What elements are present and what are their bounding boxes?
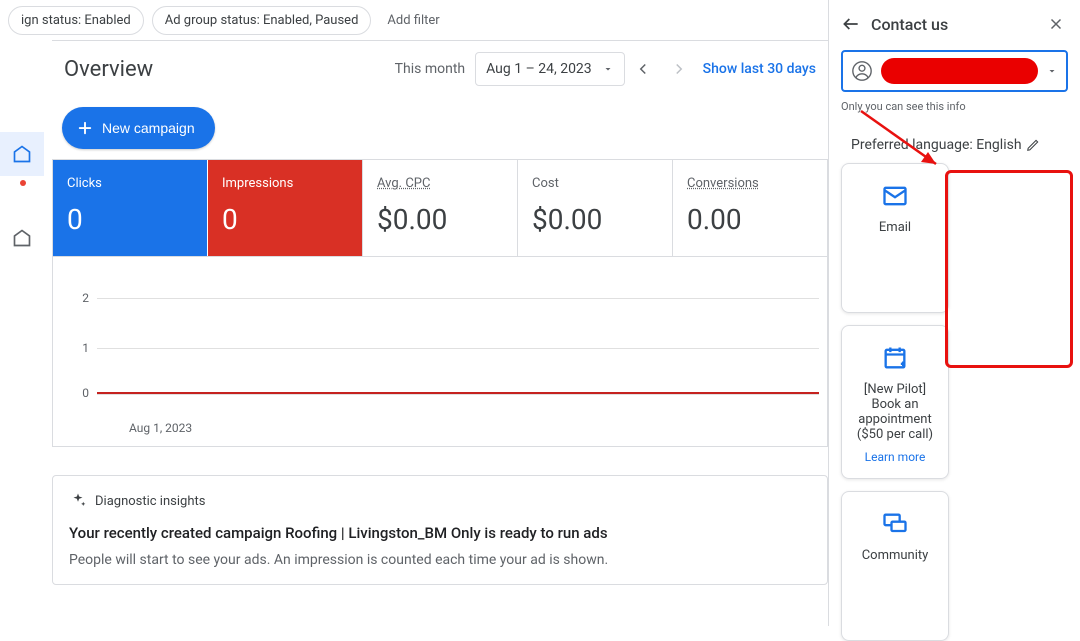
diagnostic-card: Diagnostic insights Your recently create… [52, 475, 828, 585]
metric-label: Conversions [687, 176, 813, 191]
house-icon [12, 228, 32, 248]
main-panel: Overview This month Aug 1 – 24, 2023 Sho… [52, 40, 828, 626]
rail-overview[interactable] [0, 132, 44, 176]
diagnostic-title: Your recently created campaign Roofing |… [69, 524, 811, 542]
chart-x-label: Aug 1, 2023 [129, 421, 819, 435]
prev-period[interactable] [625, 51, 661, 87]
metric-label: Clicks [67, 176, 193, 191]
metric-label: Cost [532, 176, 658, 191]
sparkle-icon [69, 492, 87, 510]
left-rail [0, 40, 44, 626]
metric-value: $0.00 [377, 203, 503, 236]
new-campaign-button[interactable]: New campaign [62, 107, 215, 149]
chart-area: 2 1 0 Aug 1, 2023 [52, 257, 828, 447]
panel-title: Contact us [871, 15, 948, 34]
metric-cost[interactable]: Cost $0.00 [517, 160, 672, 256]
metric-value: 0 [67, 203, 193, 236]
add-filter[interactable]: Add filter [379, 7, 447, 34]
chart-tick: 0 [69, 386, 97, 400]
metrics-row: Clicks 0 Impressions 0 Avg. CPC $0.00 Co… [52, 159, 828, 257]
book-label: [New Pilot] Book an appointment ($50 per… [850, 382, 940, 442]
community-label: Community [862, 548, 929, 563]
filter-chip-campaign[interactable]: ign status: Enabled [8, 6, 144, 35]
rail-item-2[interactable] [0, 216, 44, 260]
close-icon [1047, 15, 1065, 33]
back-arrow-icon[interactable] [841, 14, 861, 34]
caret-down-icon [602, 63, 614, 75]
email-label: Email [879, 220, 911, 235]
account-redacted [881, 58, 1038, 84]
close-button[interactable] [1044, 12, 1068, 36]
home-icon [12, 144, 32, 164]
diagnostic-insights-label: Diagnostic insights [95, 494, 205, 509]
community-icon [881, 510, 909, 538]
account-selector[interactable] [841, 50, 1068, 92]
person-icon [851, 60, 873, 82]
book-appointment-card[interactable]: [New Pilot] Book an appointment ($50 per… [841, 325, 949, 479]
overview-header: Overview This month Aug 1 – 24, 2023 Sho… [52, 41, 828, 97]
pencil-icon [1026, 138, 1040, 152]
metric-cpc[interactable]: Avg. CPC $0.00 [362, 160, 517, 256]
community-card[interactable]: Community [841, 491, 949, 641]
plus-icon [76, 119, 94, 137]
metric-value: 0 [222, 203, 348, 236]
arrow-annotation [856, 106, 948, 176]
metric-clicks[interactable]: Clicks 0 [53, 160, 208, 256]
month-label: This month [395, 61, 465, 77]
chart-tick: 2 [69, 291, 97, 305]
calendar-add-icon [881, 344, 909, 372]
metric-impressions[interactable]: Impressions 0 [208, 160, 362, 256]
notification-dot [20, 180, 26, 186]
metric-label: Impressions [222, 176, 348, 191]
show-last-30[interactable]: Show last 30 days [703, 61, 816, 77]
metric-value: 0.00 [687, 203, 813, 236]
learn-more-link[interactable]: Learn more [865, 450, 926, 464]
chart-tick: 1 [69, 341, 97, 355]
email-card[interactable]: Email [841, 163, 949, 313]
new-campaign-label: New campaign [102, 120, 195, 136]
date-range-text: Aug 1 – 24, 2023 [486, 61, 592, 77]
metric-value: $0.00 [532, 203, 658, 236]
highlight-annotation [945, 170, 1073, 368]
chevron-right-icon [670, 60, 688, 78]
metric-label: Avg. CPC [377, 176, 503, 191]
filter-chip-adgroup[interactable]: Ad group status: Enabled, Paused [152, 6, 372, 35]
chevron-left-icon [634, 60, 652, 78]
metric-conversions[interactable]: Conversions 0.00 [672, 160, 827, 256]
diagnostic-subtitle: People will start to see your ads. An im… [69, 552, 811, 568]
page-title: Overview [64, 57, 153, 82]
date-range-picker[interactable]: Aug 1 – 24, 2023 [475, 52, 625, 86]
caret-down-icon [1046, 65, 1058, 77]
email-icon [881, 182, 909, 210]
next-period[interactable] [661, 51, 697, 87]
